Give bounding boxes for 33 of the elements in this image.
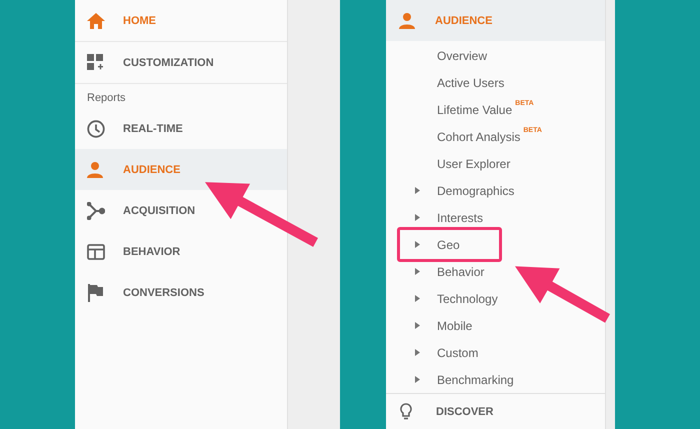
expand-arrow-icon	[415, 295, 420, 302]
submenu-item[interactable]: Mobile	[386, 312, 605, 339]
section-label: Reports	[86, 91, 127, 106]
nav-item[interactable]: CONVERSIONS	[75, 272, 287, 313]
submenu-item[interactable]: Active Users	[386, 69, 605, 96]
expand-arrow-icon	[415, 322, 420, 329]
browser-window-icon	[87, 244, 105, 260]
person-icon	[399, 12, 415, 28]
branch-icon	[87, 202, 105, 220]
lightbulb-icon	[400, 402, 412, 420]
expand-arrow-icon	[415, 214, 420, 221]
submenu-item[interactable]: Geo	[386, 231, 605, 258]
submenu-item[interactable]: Interests	[386, 204, 605, 231]
submenu-item[interactable]: Demographics	[386, 177, 605, 204]
nav-item[interactable]: REAL-TIME	[75, 108, 287, 149]
home-icon	[87, 12, 105, 28]
expand-arrow-icon	[415, 268, 420, 275]
submenu-item[interactable]: Custom	[386, 339, 605, 366]
clock-icon	[87, 120, 105, 138]
nav-item[interactable]: ACQUISITION	[75, 190, 287, 231]
submenu-item[interactable]: Overview	[386, 42, 605, 69]
submenu-item[interactable]: User Explorer	[386, 150, 605, 177]
submenu-item[interactable]: Technology	[386, 285, 605, 312]
expand-arrow-icon	[415, 187, 420, 194]
expand-arrow-icon	[415, 376, 420, 383]
expand-arrow-icon	[415, 241, 420, 248]
submenu-item[interactable]: Benchmarking	[386, 366, 605, 393]
flag-icon	[87, 284, 103, 302]
expand-arrow-icon	[415, 349, 420, 356]
submenu-item[interactable]: Behavior	[386, 258, 605, 285]
person-icon	[87, 162, 103, 178]
nav-item[interactable]: BEHAVIOR	[75, 231, 287, 272]
dashboard-add-icon	[87, 54, 105, 72]
